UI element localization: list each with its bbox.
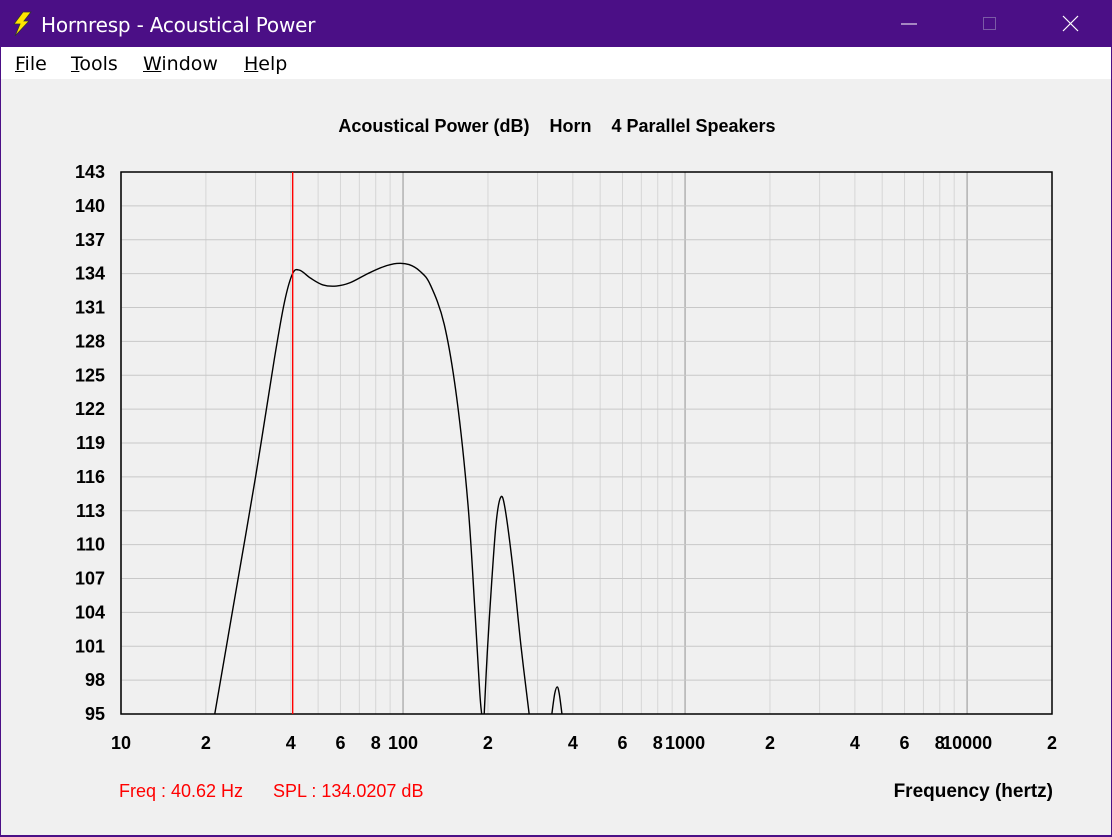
- y-tick-label: 104: [75, 602, 105, 622]
- x-tick-label: 2: [1047, 733, 1057, 753]
- x-tick-label: 6: [335, 733, 345, 753]
- x-tick-label: 8: [653, 733, 663, 753]
- y-tick-label: 98: [85, 670, 105, 690]
- acoustical-power-plot[interactable]: 143 140 137 134 131 128 125 122 119 116 113 110 107 1…: [1, 1, 1112, 837]
- x-tick-label: 2: [765, 733, 775, 753]
- x-tick-label: 4: [850, 733, 860, 753]
- y-tick-label: 134: [75, 264, 105, 284]
- y-tick-label: 113: [76, 501, 105, 521]
- x-tick-label: 2: [483, 733, 493, 753]
- response-curve-segment-2: [483, 495, 530, 715]
- y-tick-label: 110: [76, 535, 105, 555]
- y-tick-label: 107: [75, 569, 105, 589]
- x-tick-label: 4: [568, 733, 578, 753]
- y-tick-label: 140: [75, 196, 105, 216]
- y-tick-label: 101: [75, 636, 105, 656]
- x-tick-label: 4: [286, 733, 296, 753]
- x-axis-title: Frequency (hertz): [893, 781, 1053, 802]
- app-window: Hornresp - Acoustical Power File Tools W…: [0, 0, 1112, 836]
- x-tick-label: 8: [371, 733, 381, 753]
- x-tick-label: 6: [900, 733, 910, 753]
- y-tick-label: 95: [85, 704, 105, 724]
- x-tick-label: 2: [201, 733, 211, 753]
- spl-readout: SPL : 134.0207 dB: [273, 781, 424, 801]
- y-tick-label: 119: [76, 433, 105, 453]
- y-tick-label: 116: [76, 467, 105, 487]
- y-tick-label: 125: [75, 365, 105, 385]
- y-tick-labels: 143 140 137 134 131 128 125 122 119 116 113 110 107 1…: [75, 162, 105, 724]
- x-tick-label: 10: [111, 733, 131, 753]
- y-tick-label: 137: [75, 230, 105, 250]
- y-tick-label: 131: [75, 298, 105, 318]
- x-tick-labels: 10 2 4 6 8 100 2 4 6 8 1000 2 4 6 810000 2: [111, 733, 1057, 753]
- y-tick-label: 122: [75, 399, 105, 419]
- x-tick-label: 100: [388, 733, 418, 753]
- freq-readout: Freq : 40.62 Hz: [119, 781, 244, 801]
- response-curve-segment-3: [551, 686, 563, 715]
- y-tick-label: 143: [75, 162, 105, 182]
- y-tick-label: 128: [75, 331, 105, 351]
- x-tick-label: 1000: [665, 733, 705, 753]
- x-tick-label: 10000: [942, 733, 992, 753]
- x-tick-label: 6: [617, 733, 627, 753]
